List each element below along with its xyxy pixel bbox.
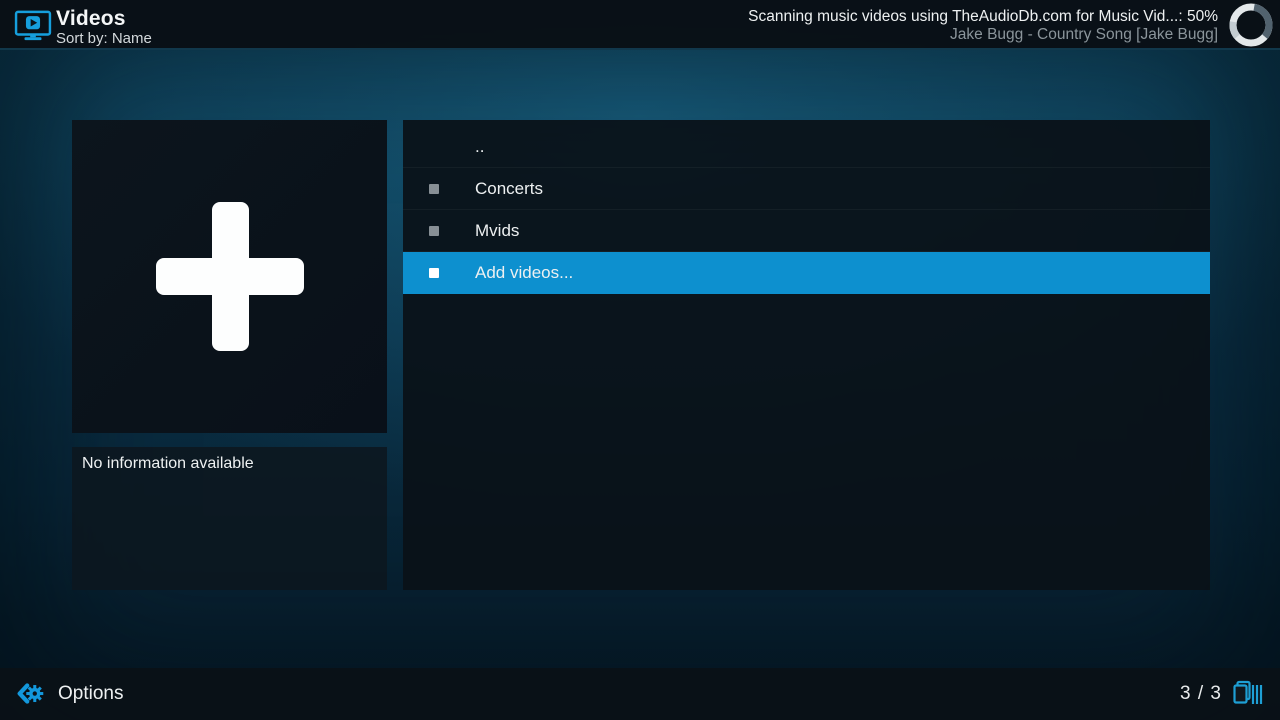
options-gear-icon <box>14 677 48 711</box>
options-button[interactable]: Options <box>14 677 123 711</box>
items-stack-icon <box>1232 680 1264 708</box>
item-bullet-icon <box>429 184 439 194</box>
list-item[interactable]: Add videos... <box>403 252 1210 294</box>
top-bar: Videos Sort by: Name Scanning music vide… <box>0 0 1280 50</box>
file-list-panel: .. Concerts Mvids Add videos... <box>403 120 1210 590</box>
file-list: .. Concerts Mvids Add videos... <box>403 126 1210 294</box>
list-position-indicator: 3 / 3 <box>1180 677 1264 711</box>
item-label: Mvids <box>475 210 519 251</box>
kodi-screen: Videos Sort by: Name Scanning music vide… <box>0 0 1280 720</box>
item-info-panel: No information available <box>72 447 387 590</box>
item-info-text: No information available <box>82 455 254 473</box>
options-label: Options <box>58 683 123 705</box>
item-label: .. <box>475 126 484 167</box>
bottom-bar: Options 3 / 3 <box>0 668 1280 720</box>
list-item[interactable]: Mvids <box>403 210 1210 252</box>
busy-spinner-icon <box>1228 2 1274 48</box>
item-label: Add videos... <box>475 252 573 293</box>
item-label: Concerts <box>475 168 543 209</box>
list-item[interactable]: Concerts <box>403 168 1210 210</box>
plus-icon <box>72 120 387 433</box>
scan-progress-text: Scanning music videos using TheAudioDb.c… <box>748 7 1218 26</box>
scan-current-item-text: Jake Bugg - Country Song [Jake Bugg] <box>748 26 1218 43</box>
scan-status: Scanning music videos using TheAudioDb.c… <box>748 7 1218 43</box>
item-bullet-icon <box>429 268 439 278</box>
sort-order-label: Sort by: Name <box>56 30 152 47</box>
position-count: 3 / 3 <box>1180 683 1222 705</box>
focused-item-thumbnail <box>72 120 387 433</box>
list-item[interactable]: .. <box>403 126 1210 168</box>
videos-section-icon <box>14 10 52 42</box>
item-bullet-icon <box>429 226 439 236</box>
page-title: Videos <box>56 7 126 31</box>
